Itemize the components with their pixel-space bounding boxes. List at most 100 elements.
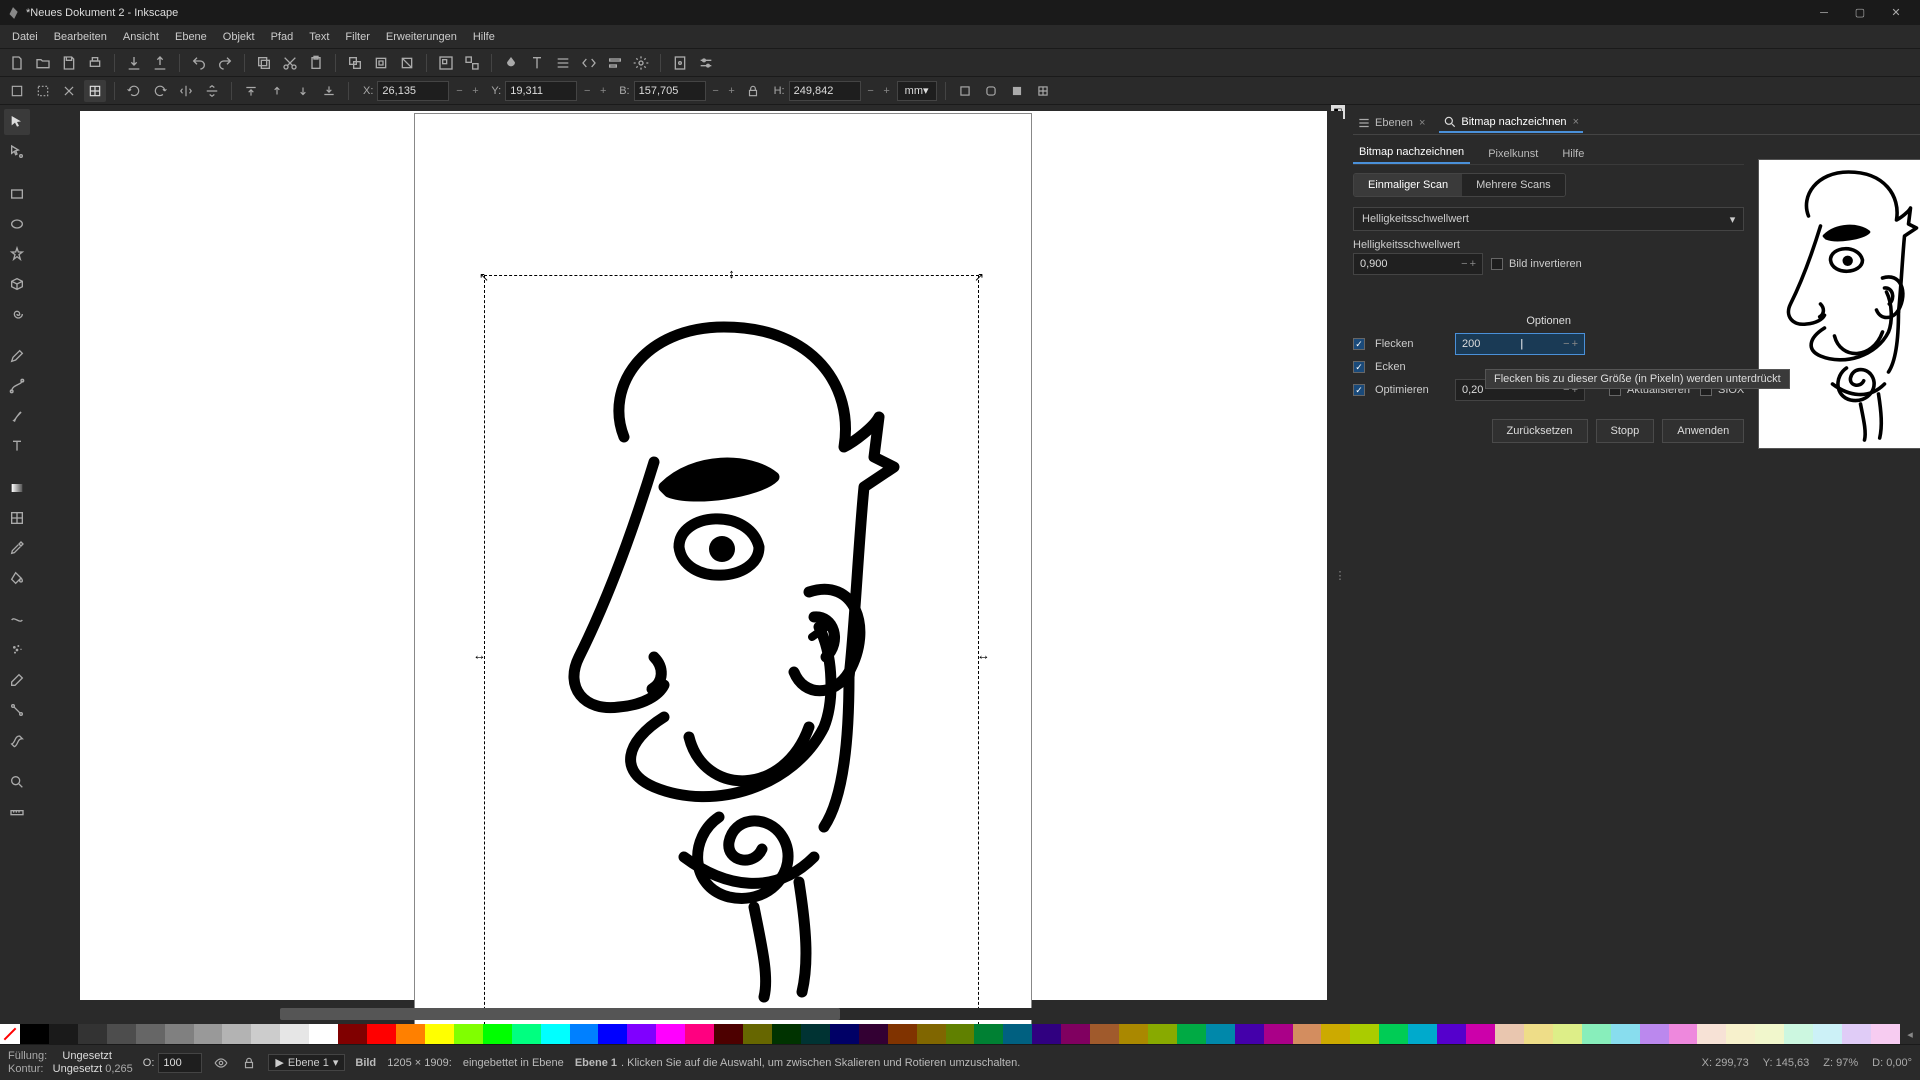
- fill-value[interactable]: Ungesetzt: [62, 1050, 112, 1062]
- invert-checkbox[interactable]: Bild invertieren: [1491, 258, 1582, 270]
- color-swatch[interactable]: [1582, 1024, 1611, 1044]
- color-swatch[interactable]: [1466, 1024, 1495, 1044]
- measure-tool[interactable]: [4, 799, 30, 825]
- subtab-help[interactable]: Hilfe: [1556, 144, 1590, 164]
- y-inc[interactable]: +: [597, 81, 609, 101]
- tweak-tool[interactable]: [4, 607, 30, 633]
- spiral-tool[interactable]: [4, 301, 30, 327]
- color-swatch[interactable]: [194, 1024, 223, 1044]
- menu-pfad[interactable]: Pfad: [263, 28, 302, 46]
- color-swatch[interactable]: [251, 1024, 280, 1044]
- toggle-bbox-button[interactable]: [84, 80, 106, 102]
- h-input[interactable]: [789, 81, 861, 101]
- text-tool[interactable]: [4, 433, 30, 459]
- color-swatch[interactable]: [367, 1024, 396, 1044]
- calligraphy-tool[interactable]: [4, 403, 30, 429]
- color-swatch[interactable]: [1090, 1024, 1119, 1044]
- color-swatch[interactable]: [1784, 1024, 1813, 1044]
- color-swatch[interactable]: [1813, 1024, 1842, 1044]
- no-color-swatch[interactable]: [0, 1024, 20, 1044]
- open-button[interactable]: [32, 52, 54, 74]
- panel-tab-trace[interactable]: Bitmap nachzeichnen ×: [1439, 113, 1583, 133]
- color-swatch[interactable]: [1842, 1024, 1871, 1044]
- color-swatch[interactable]: [541, 1024, 570, 1044]
- color-swatch[interactable]: [1437, 1024, 1466, 1044]
- color-swatch[interactable]: [1148, 1024, 1177, 1044]
- affect-pattern-button[interactable]: [1032, 80, 1054, 102]
- color-swatch[interactable]: [714, 1024, 743, 1044]
- selector-tool[interactable]: [4, 109, 30, 135]
- menu-datei[interactable]: Datei: [4, 28, 46, 46]
- scan-single-button[interactable]: Einmaliger Scan: [1354, 174, 1462, 196]
- fill-stroke-button[interactable]: [500, 52, 522, 74]
- color-swatch[interactable]: [1061, 1024, 1090, 1044]
- menu-ebene[interactable]: Ebene: [167, 28, 215, 46]
- flip-h-button[interactable]: [175, 80, 197, 102]
- color-swatch[interactable]: [1003, 1024, 1032, 1044]
- menu-bearbeiten[interactable]: Bearbeiten: [46, 28, 115, 46]
- v-scrollbar[interactable]: [1331, 111, 1343, 1000]
- color-swatch[interactable]: [598, 1024, 627, 1044]
- visibility-toggle[interactable]: [212, 1054, 230, 1072]
- unit-select[interactable]: mm ▾: [897, 81, 937, 101]
- color-swatch[interactable]: [1321, 1024, 1350, 1044]
- lock-toggle[interactable]: [240, 1054, 258, 1072]
- flecken-input[interactable]: 200| − +: [1455, 333, 1585, 355]
- color-swatch[interactable]: [1524, 1024, 1553, 1044]
- color-swatch[interactable]: [1871, 1024, 1900, 1044]
- close-trace-tab[interactable]: ×: [1573, 116, 1579, 128]
- rotation-value[interactable]: 0,00°: [1886, 1057, 1912, 1069]
- eraser-tool[interactable]: [4, 667, 30, 693]
- menu-filter[interactable]: Filter: [337, 28, 377, 46]
- new-button[interactable]: [6, 52, 28, 74]
- color-swatch[interactable]: [309, 1024, 338, 1044]
- affect-stroke-button[interactable]: [954, 80, 976, 102]
- align-dialog-button[interactable]: [604, 52, 626, 74]
- color-swatch[interactable]: [425, 1024, 454, 1044]
- color-swatch[interactable]: [280, 1024, 309, 1044]
- color-swatch[interactable]: [1379, 1024, 1408, 1044]
- color-swatch[interactable]: [1264, 1024, 1293, 1044]
- spray-tool[interactable]: [4, 637, 30, 663]
- color-swatch[interactable]: [1408, 1024, 1437, 1044]
- maximize-button[interactable]: ▢: [1842, 2, 1878, 24]
- copy-button[interactable]: [253, 52, 275, 74]
- xml-button[interactable]: [578, 52, 600, 74]
- color-swatch[interactable]: [1495, 1024, 1524, 1044]
- y-input[interactable]: [505, 81, 577, 101]
- mesh-tool[interactable]: [4, 505, 30, 531]
- color-swatch[interactable]: [1755, 1024, 1784, 1044]
- x-inc[interactable]: +: [469, 81, 481, 101]
- text-dialog-button[interactable]: [526, 52, 548, 74]
- dropper-tool[interactable]: [4, 535, 30, 561]
- menu-objekt[interactable]: Objekt: [215, 28, 263, 46]
- color-swatch[interactable]: [1350, 1024, 1379, 1044]
- color-swatch[interactable]: [1640, 1024, 1669, 1044]
- unlink-clone-button[interactable]: [396, 52, 418, 74]
- h-scrollbar[interactable]: [80, 1008, 1327, 1020]
- pencil-tool[interactable]: [4, 343, 30, 369]
- color-swatch[interactable]: [1697, 1024, 1726, 1044]
- color-swatch[interactable]: [20, 1024, 49, 1044]
- color-swatch[interactable]: [946, 1024, 975, 1044]
- color-swatch[interactable]: [1177, 1024, 1206, 1044]
- bezier-tool[interactable]: [4, 373, 30, 399]
- layers-dialog-button[interactable]: [552, 52, 574, 74]
- ungroup-button[interactable]: [461, 52, 483, 74]
- color-swatch[interactable]: [974, 1024, 1003, 1044]
- select-all-button[interactable]: [32, 80, 54, 102]
- color-swatch[interactable]: [512, 1024, 541, 1044]
- group-button[interactable]: [435, 52, 457, 74]
- color-swatch[interactable]: [1553, 1024, 1582, 1044]
- raise-top-button[interactable]: [240, 80, 262, 102]
- color-swatch[interactable]: [78, 1024, 107, 1044]
- optim-checkbox[interactable]: ✓: [1353, 384, 1365, 396]
- dock-toggle[interactable]: ⋮: [1335, 565, 1345, 587]
- import-button[interactable]: [123, 52, 145, 74]
- subtab-trace[interactable]: Bitmap nachzeichnen: [1353, 142, 1470, 164]
- prefs-button[interactable]: [630, 52, 652, 74]
- threshold-input[interactable]: 0,900 − +: [1353, 253, 1483, 275]
- save-button[interactable]: [58, 52, 80, 74]
- color-swatch[interactable]: [627, 1024, 656, 1044]
- menu-erweiterungen[interactable]: Erweiterungen: [378, 28, 465, 46]
